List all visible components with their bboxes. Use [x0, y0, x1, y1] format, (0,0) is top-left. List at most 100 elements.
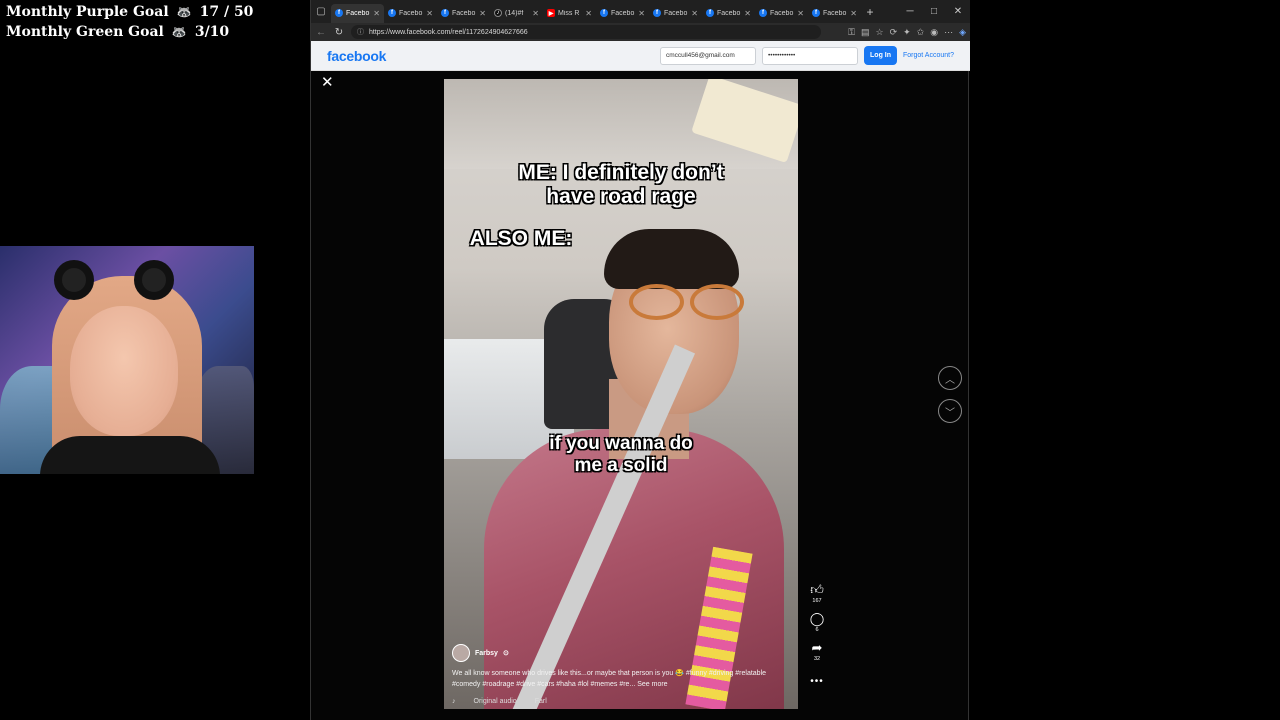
goal-value: 3/10 [194, 24, 230, 40]
site-info-icon[interactable]: ⓘ [357, 27, 364, 37]
forgot-account-link[interactable]: Forgot Account? [903, 52, 954, 59]
new-tab-button[interactable]: + [861, 5, 879, 19]
menu-dots-icon[interactable]: ⋯ [944, 27, 953, 38]
close-icon[interactable]: ✕ [321, 73, 334, 91]
close-tab-icon[interactable]: ✕ [585, 9, 592, 18]
close-tab-icon[interactable]: ✕ [797, 9, 804, 18]
tab-list: f Facebo ✕ f Facebo ✕ f Facebo ✕ ♪ (14)#f ✕ ▶ Miss R ✕… [331, 1, 861, 23]
tab-title: Facebo [399, 9, 423, 17]
previous-reel-button[interactable]: ︿ [938, 366, 962, 390]
video-caption-middle: ALSO ME: [469, 227, 573, 250]
tab-actions-icon[interactable]: ▢ [311, 0, 331, 23]
facebook-icon: f [388, 9, 396, 17]
password-field[interactable] [762, 46, 859, 65]
facebook-logo[interactable]: facebook [327, 48, 386, 64]
tab-title: Facebo [346, 9, 370, 17]
facebook-icon: f [759, 9, 767, 17]
tab-facebook[interactable]: f Facebo ✕ [596, 4, 649, 23]
key-icon[interactable]: ⚿ [848, 27, 855, 38]
audio-label[interactable]: Original audio [474, 698, 517, 705]
tab-title: Facebo [452, 9, 476, 17]
ear-headband-right [134, 260, 174, 300]
login-button[interactable]: Log In [864, 46, 898, 65]
reel-author[interactable]: Farbsy ⊙ [452, 644, 792, 662]
reel-video[interactable]: ME: I definitely don’t have road rage AL… [444, 79, 798, 709]
tab-facebook[interactable]: f Facebo ✕ [702, 4, 755, 23]
url-input[interactable]: ⓘ https://www.facebook.com/reel/11726249… [351, 25, 821, 39]
comment-count: 6 [815, 627, 819, 633]
toolbar-icons: ⚿ ▤ ☆ ⟳ ✦ ✩ ◉ ⋯ ◈ [848, 27, 966, 38]
close-window-icon[interactable]: ✕ [946, 6, 970, 17]
favorites-icon[interactable]: ✩ [917, 27, 925, 38]
comment-icon[interactable]: ◯ [810, 612, 825, 626]
comment-action[interactable]: ◯ 6 [810, 612, 825, 634]
address-bar-row: ← ↻ ⓘ https://www.facebook.com/reel/1172… [311, 23, 970, 41]
author-name[interactable]: Farbsy [475, 650, 498, 657]
next-reel-button[interactable]: ﹀ [938, 399, 962, 423]
back-icon[interactable]: ← [315, 27, 327, 38]
tab-facebook[interactable]: f Facebo ✕ [331, 3, 384, 23]
close-tab-icon[interactable]: ✕ [426, 9, 433, 18]
tab-title: Facebo [717, 9, 741, 17]
like-action[interactable]: 👍︎ 167 [810, 583, 824, 605]
goal-label: Monthly Purple Goal [6, 4, 169, 20]
facebook-icon: f [653, 9, 661, 17]
close-tab-icon[interactable]: ✕ [373, 9, 380, 18]
close-tab-icon[interactable]: ✕ [744, 9, 751, 18]
like-count: 167 [812, 598, 822, 604]
close-tab-icon[interactable]: ✕ [638, 9, 645, 18]
facebook-icon: f [706, 9, 714, 17]
stream-goals: Monthly Purple Goal 🦝 17 / 50 Monthly Gr… [6, 2, 253, 42]
video-caption-top: ME: I definitely don’t have road rage [518, 161, 724, 208]
webcam-feed [0, 246, 254, 474]
tab-bar: ▢ f Facebo ✕ f Facebo ✕ f Facebo ✕ ♪ (14)#f ✕ ▶ Miss … [311, 0, 970, 23]
tab-facebook[interactable]: f Facebo ✕ [755, 4, 808, 23]
favorite-star-icon[interactable]: ☆ [876, 27, 884, 38]
tab-title: Miss R [558, 9, 580, 17]
reel-description[interactable]: We all know someone who drives like this… [452, 668, 792, 690]
profile-icon[interactable]: ◉ [930, 27, 938, 38]
extensions-icon[interactable]: ✦ [903, 27, 911, 38]
reader-icon[interactable]: ▤ [861, 27, 870, 38]
more-options-icon[interactable]: ••• [810, 676, 824, 687]
minimize-icon[interactable]: ─ [898, 6, 922, 17]
url-text: https://www.facebook.com/reel/1172624904… [369, 28, 528, 36]
email-field[interactable] [660, 46, 757, 65]
facebook-icon: f [600, 9, 608, 17]
like-icon[interactable]: 👍︎ [810, 583, 824, 597]
tab-tiktok[interactable]: ♪ (14)#f ✕ [490, 4, 543, 23]
streamer-face [70, 306, 178, 436]
window-controls: ─ □ ✕ [898, 6, 970, 17]
ear-headband-left [54, 260, 94, 300]
browser-window: ▢ f Facebo ✕ f Facebo ✕ f Facebo ✕ ♪ (14)#f ✕ ▶ Miss … [310, 0, 970, 720]
stream-scene: Monthly Purple Goal 🦝 17 / 50 Monthly Gr… [0, 0, 1280, 720]
close-tab-icon[interactable]: ✕ [532, 9, 539, 18]
tab-title: Facebo [770, 9, 794, 17]
reel-viewer: ✕ ME: I definitely don’t have road rage … [311, 71, 968, 720]
tab-facebook[interactable]: f Facebo ✕ [384, 4, 437, 23]
audio-author[interactable]: Farl [535, 698, 547, 705]
facebook-header: facebook Log In Forgot Account? [311, 41, 970, 71]
copilot-icon[interactable]: ◈ [959, 27, 966, 38]
refresh-extension-icon[interactable]: ⟳ [890, 27, 898, 38]
tab-youtube[interactable]: ▶ Miss R ✕ [543, 4, 596, 23]
tab-facebook[interactable]: f Facebo ✕ [437, 4, 490, 23]
reel-audio[interactable]: ♪ Original audio Farl [452, 698, 792, 705]
goal-value: 17 / 50 [199, 4, 254, 20]
tab-facebook[interactable]: f Facebo ✕ [649, 4, 702, 23]
share-icon[interactable]: ➦ [812, 641, 823, 655]
raccoon-icon: 🦝 [171, 25, 187, 39]
goal-label: Monthly Green Goal [6, 24, 164, 40]
audio-icon: ♪ [452, 698, 456, 705]
tiktok-icon: ♪ [494, 9, 502, 17]
close-tab-icon[interactable]: ✕ [479, 9, 486, 18]
tab-title: (14)#f [505, 9, 524, 17]
share-action[interactable]: ➦ 32 [812, 641, 823, 663]
maximize-icon[interactable]: □ [922, 6, 946, 17]
refresh-icon[interactable]: ↻ [333, 27, 345, 38]
close-tab-icon[interactable]: ✕ [691, 9, 698, 18]
close-tab-icon[interactable]: ✕ [850, 9, 857, 18]
facebook-icon: f [441, 9, 449, 17]
avatar[interactable] [452, 644, 470, 662]
tab-facebook[interactable]: f Facebo ✕ [808, 4, 861, 23]
